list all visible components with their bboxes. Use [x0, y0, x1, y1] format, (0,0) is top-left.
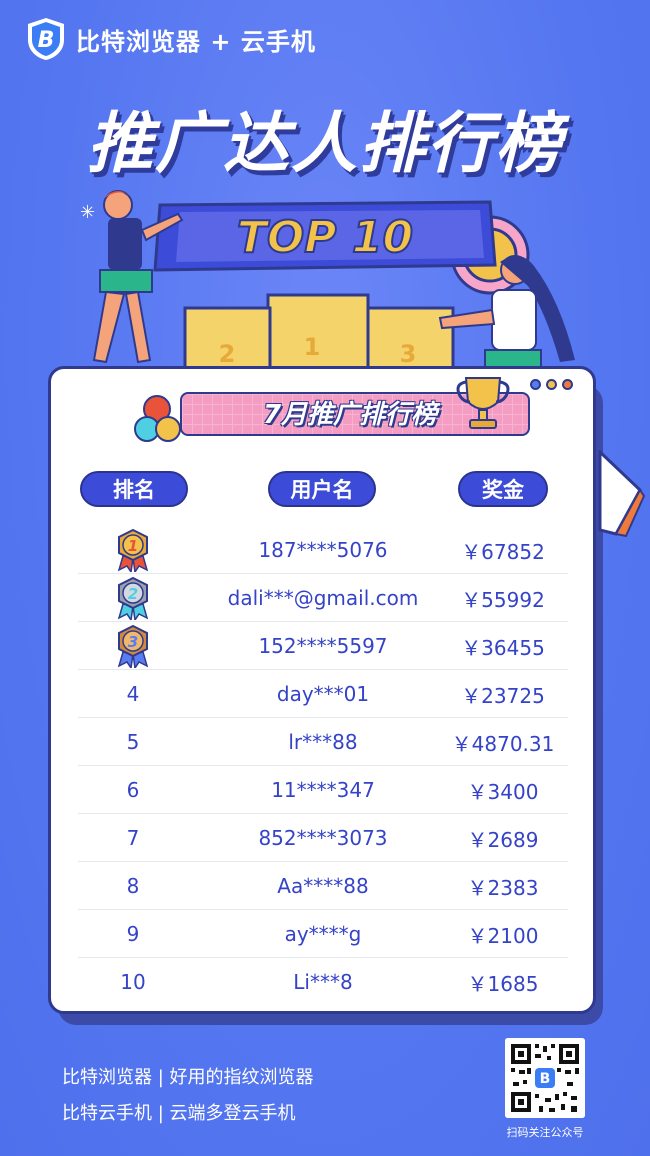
rank-cell: 9 — [78, 910, 188, 958]
rank-cell: 8 — [78, 862, 188, 910]
qr-caption: 扫码关注公众号 — [506, 1126, 584, 1139]
username-cell: 187****5076 — [258, 538, 388, 562]
card-side-decoration — [598, 450, 646, 538]
username-cell: ay****g — [284, 922, 362, 946]
username-cell: lr***88 — [288, 730, 358, 754]
rank-number: 5 — [126, 730, 140, 754]
footer-line-2: 比特云手机 | 云端多登云手机 — [62, 1103, 296, 1124]
prize-cell: ￥23725 — [461, 683, 545, 708]
table-row: 3 152****5597 ￥36455 — [78, 622, 568, 670]
table-row: 9 ay****g ￥2100 — [78, 910, 568, 958]
footer-text: 比特浏览器 | 好用的指纹浏览器 比特云手机 | 云端多登云手机 — [62, 1060, 314, 1132]
prize-cell: ￥67852 — [461, 539, 545, 564]
column-header-prize: 奖金 — [458, 471, 548, 507]
prize-cell: ￥2383 — [467, 875, 539, 900]
podium-illustration: ✳ TOP 10 1 2 3 — [80, 190, 575, 390]
trophy-icon — [456, 377, 510, 429]
qr-code-icon[interactable]: B — [505, 1038, 585, 1118]
username-cell: day***01 — [276, 682, 370, 706]
rank-number: 10 — [120, 970, 146, 994]
svg-text:B: B — [540, 1071, 551, 1087]
rank-cell: 3 — [78, 622, 188, 670]
rank-cell: 10 — [78, 958, 188, 1006]
brand-name: 比特浏览器 + 云手机 — [76, 27, 316, 56]
rank-number: 8 — [126, 874, 140, 898]
table-row: 8 Aa****88 ￥2383 — [78, 862, 568, 910]
medal-rank: 3 — [128, 633, 138, 651]
bitbrowser-logo-icon: B — [28, 18, 64, 60]
rank-cell: 7 — [78, 814, 188, 862]
rank-cell: 6 — [78, 766, 188, 814]
gold-medal-icon: 1 — [117, 528, 149, 572]
table-row: 10 Li***8 ￥1685 — [78, 958, 568, 1006]
podium-3: 3 — [400, 340, 417, 368]
svg-text:B: B — [38, 28, 55, 53]
prize-cell: ￥2100 — [467, 923, 539, 948]
footer-line-1: 比特浏览器 | 好用的指纹浏览器 — [62, 1067, 314, 1088]
username-cell: Li***8 — [293, 970, 353, 994]
svg-text:✳: ✳ — [80, 202, 95, 223]
medal-rank: 2 — [128, 585, 138, 603]
table-row: 4 day***01 ￥23725 — [78, 670, 568, 718]
dot-orange — [562, 379, 573, 390]
rank-number: 6 — [126, 778, 140, 802]
table-row: 6 11****347 ￥3400 — [78, 766, 568, 814]
prize-cell: ￥36455 — [461, 635, 545, 660]
table-row: 7 852****3073 ￥2689 — [78, 814, 568, 862]
column-header-rank: 排名 — [80, 471, 188, 507]
promo-page: B 比特浏览器 + 云手机 推广达人排行榜 ✳ TOP 10 1 2 3 7月推… — [0, 0, 650, 1156]
page-title: 推广达人排行榜 — [87, 105, 563, 182]
podium-1: 1 — [304, 333, 321, 361]
prize-cell: ￥4870.31 — [451, 731, 555, 756]
table-row: 1 187****5076 ￥67852 — [78, 526, 568, 574]
username-cell: 11****347 — [271, 778, 375, 802]
rank-number: 9 — [126, 922, 140, 946]
medal-rank: 1 — [128, 537, 138, 555]
rank-cell: 5 — [78, 718, 188, 766]
brand-header: B 比特浏览器 + 云手机 — [24, 16, 316, 62]
leaderboard-table: 1 187****5076 ￥67852 2 dali***@gmail.com ￥559… — [78, 526, 568, 1006]
table-row: 2 dali***@gmail.com ￥55992 — [78, 574, 568, 622]
rank-number: 4 — [126, 682, 140, 706]
username-cell: 152****5597 — [258, 634, 388, 658]
username-cell: dali***@gmail.com — [227, 586, 419, 610]
silver-medal-icon: 2 — [117, 576, 149, 620]
top10-label: TOP 10 — [237, 212, 413, 263]
column-header-user: 用户名 — [268, 471, 376, 507]
rank-number: 7 — [126, 826, 140, 850]
prize-cell: ￥1685 — [467, 971, 539, 996]
bronze-medal-icon: 3 — [117, 624, 149, 668]
username-cell: 852****3073 — [258, 826, 388, 850]
balls-icon — [134, 395, 181, 442]
table-row: 5 lr***88 ￥4870.31 — [78, 718, 568, 766]
prize-cell: ￥55992 — [461, 587, 545, 612]
subtitle-banner: 7月推广排行榜 — [80, 377, 560, 450]
rank-cell: 4 — [78, 670, 188, 718]
prize-cell: ￥3400 — [467, 779, 539, 804]
podium-2: 2 — [219, 340, 236, 368]
rank-cell: 2 — [78, 574, 188, 622]
rank-cell: 1 — [78, 526, 188, 574]
prize-cell: ￥2689 — [467, 827, 539, 852]
username-cell: Aa****88 — [277, 874, 369, 898]
